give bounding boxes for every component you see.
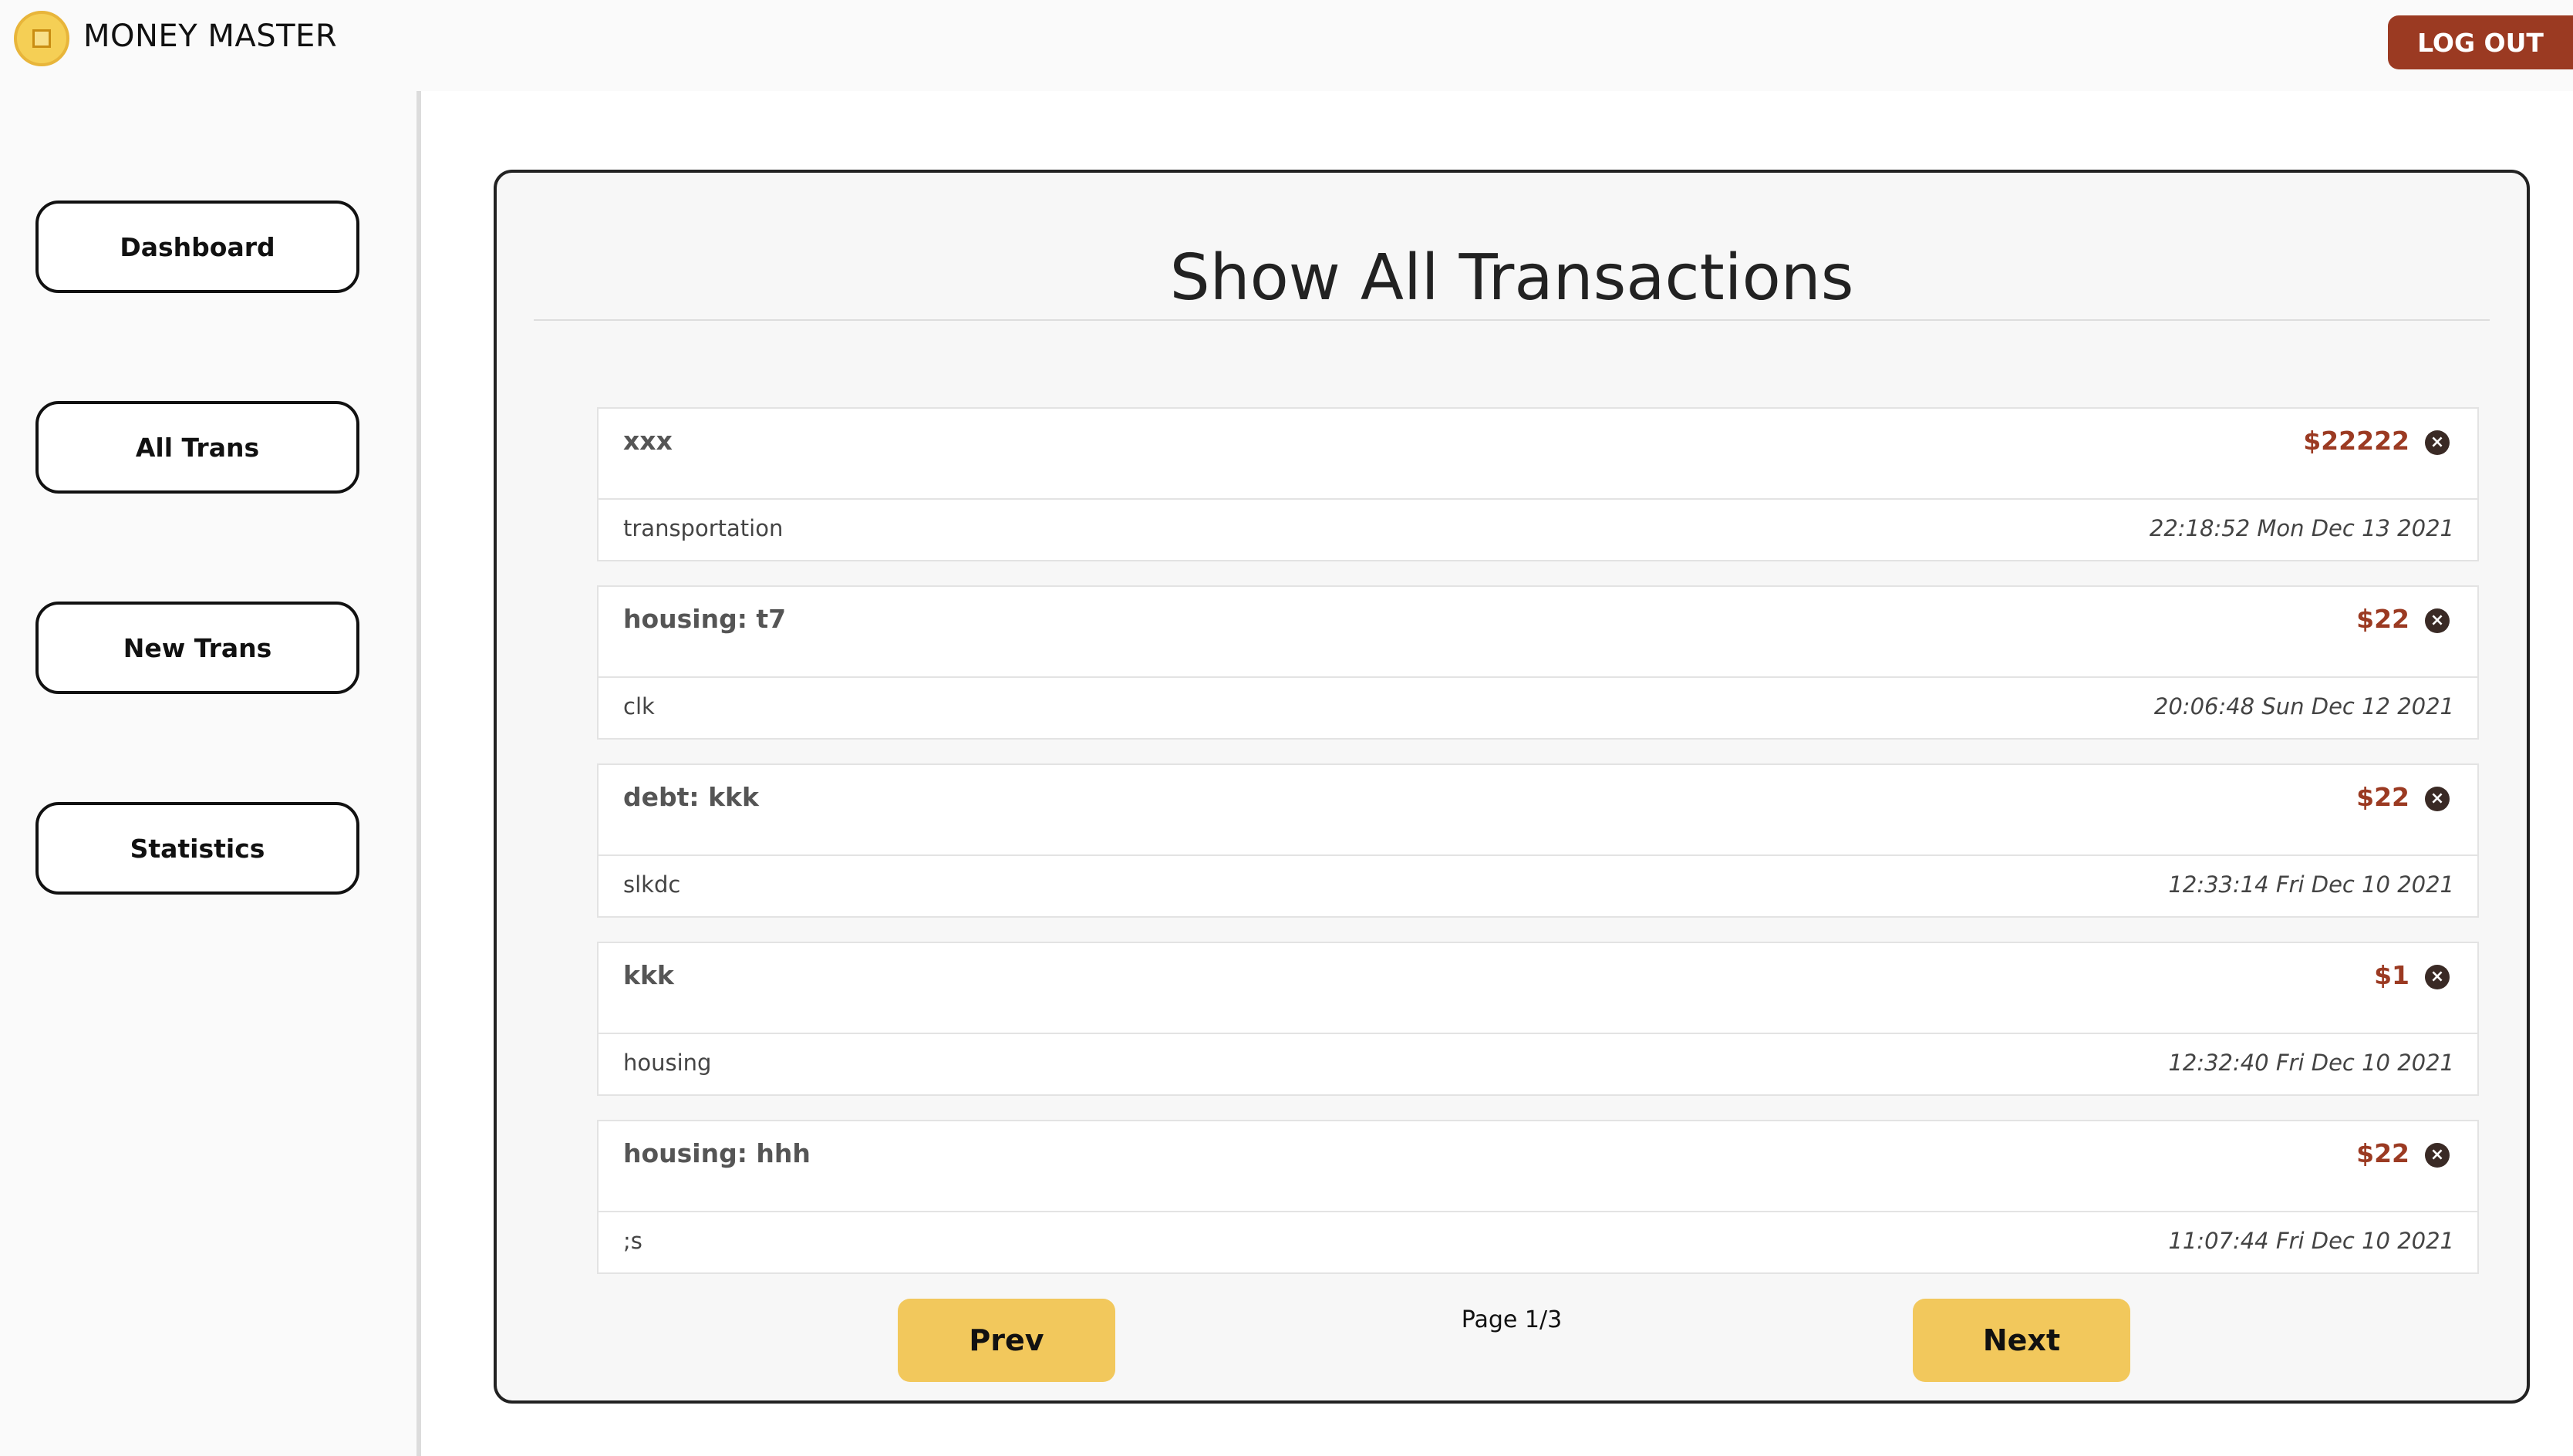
sidebar-item-new-trans[interactable]: New Trans bbox=[35, 602, 359, 694]
sidebar: Dashboard All Trans New Trans Statistics bbox=[0, 91, 416, 1456]
title-divider bbox=[534, 319, 2490, 321]
transaction-category: slkdc bbox=[623, 871, 681, 898]
transaction-category: housing bbox=[623, 1050, 712, 1076]
transaction-item: debt: kkk $22 × slkdc 12:33:14 Fri Dec 1… bbox=[597, 763, 2479, 918]
transaction-time: 22:18:52 Mon Dec 13 2021 bbox=[2149, 515, 2454, 541]
transactions-card: Show All Transactions xxx $22222 × trans… bbox=[494, 170, 2530, 1404]
transaction-time: 20:06:48 Sun Dec 12 2021 bbox=[2153, 693, 2454, 720]
transaction-amount: $1 bbox=[2374, 960, 2409, 990]
transaction-amount: $22 bbox=[2356, 782, 2409, 812]
transaction-category: ;s bbox=[623, 1228, 642, 1254]
page-title: Show All Transactions bbox=[1169, 241, 1854, 315]
delete-icon[interactable]: × bbox=[2425, 1143, 2450, 1168]
next-button[interactable]: Next bbox=[1913, 1299, 2130, 1382]
sidebar-item-all-trans[interactable]: All Trans bbox=[35, 401, 359, 494]
delete-icon[interactable]: × bbox=[2425, 608, 2450, 633]
transaction-name: xxx bbox=[623, 426, 673, 456]
transaction-item: housing: t7 $22 × clk 20:06:48 Sun Dec 1… bbox=[597, 585, 2479, 740]
transaction-amount: $22 bbox=[2356, 604, 2409, 634]
transaction-name: housing: t7 bbox=[623, 604, 787, 634]
delete-icon[interactable]: × bbox=[2425, 965, 2450, 989]
transaction-time: 12:32:40 Fri Dec 10 2021 bbox=[2168, 1050, 2454, 1076]
app-title: MONEY MASTER bbox=[83, 19, 338, 54]
app-header: MONEY MASTER LOG OUT bbox=[0, 0, 2573, 91]
transaction-item: housing: hhh $22 × ;s 11:07:44 Fri Dec 1… bbox=[597, 1120, 2479, 1274]
transaction-category: transportation bbox=[623, 515, 784, 541]
coin-logo-icon bbox=[14, 11, 69, 66]
transaction-item: xxx $22222 × transportation 22:18:52 Mon… bbox=[597, 407, 2479, 561]
page-indicator: Page 1/3 bbox=[1461, 1306, 1563, 1333]
sidebar-item-dashboard[interactable]: Dashboard bbox=[35, 201, 359, 293]
transaction-item: kkk $1 × housing 12:32:40 Fri Dec 10 202… bbox=[597, 942, 2479, 1096]
transaction-name: kkk bbox=[623, 960, 674, 990]
delete-icon[interactable]: × bbox=[2425, 787, 2450, 811]
transaction-name: housing: hhh bbox=[623, 1138, 811, 1168]
transaction-amount: $22 bbox=[2356, 1138, 2409, 1168]
transaction-time: 12:33:14 Fri Dec 10 2021 bbox=[2168, 871, 2454, 898]
sidebar-item-statistics[interactable]: Statistics bbox=[35, 802, 359, 895]
logout-button[interactable]: LOG OUT bbox=[2388, 15, 2573, 69]
transaction-category: clk bbox=[623, 693, 655, 720]
sidebar-divider bbox=[416, 91, 421, 1456]
transaction-time: 11:07:44 Fri Dec 10 2021 bbox=[2168, 1228, 2454, 1254]
delete-icon[interactable]: × bbox=[2425, 430, 2450, 455]
transaction-name: debt: kkk bbox=[623, 782, 759, 812]
transaction-amount: $22222 bbox=[2303, 426, 2409, 456]
